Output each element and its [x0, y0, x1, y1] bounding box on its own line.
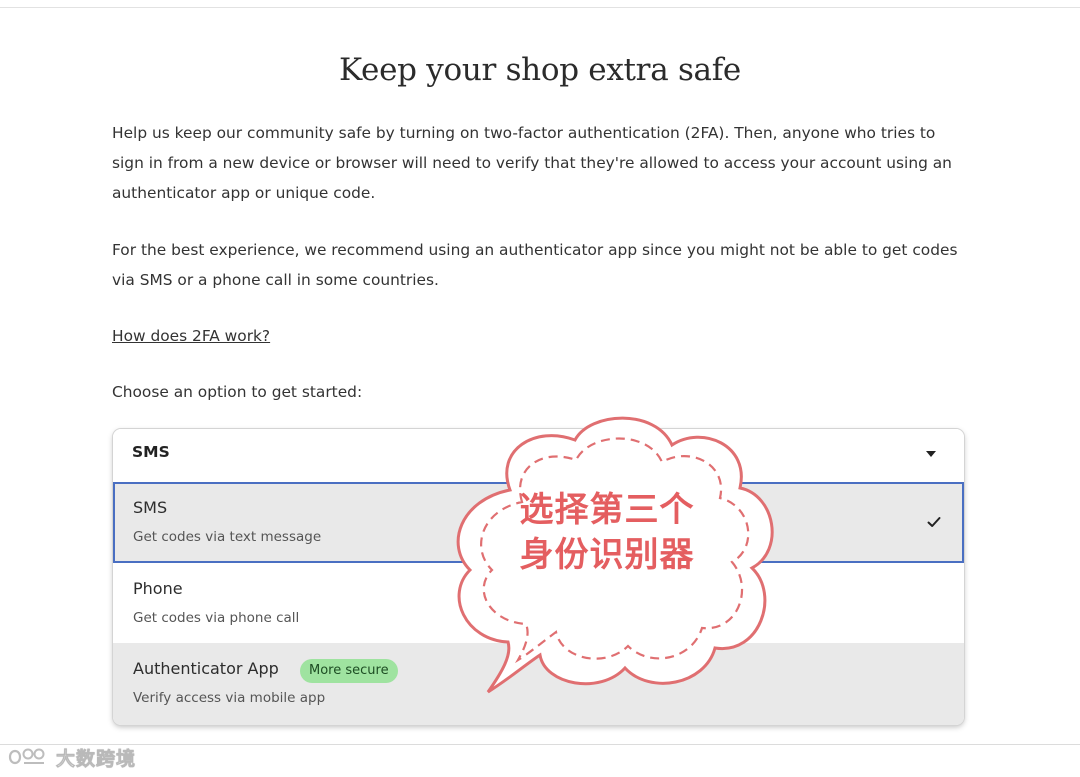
intro-paragraph: Help us keep our community safe by turni…	[112, 124, 952, 202]
caret-down-icon	[926, 451, 936, 457]
more-secure-badge: More secure	[300, 659, 398, 683]
option-description: Verify access via mobile app	[133, 690, 326, 706]
select-value: SMS	[132, 443, 170, 461]
top-divider	[0, 7, 1080, 8]
option-title: Authenticator App	[133, 659, 279, 678]
how-2fa-works-link[interactable]: How does 2FA work?	[112, 321, 270, 351]
watermark: 大数跨境	[6, 742, 136, 772]
bottom-divider	[0, 744, 1080, 745]
option-description: Get codes via phone call	[133, 610, 300, 626]
page-title: Keep your shop extra safe	[339, 52, 741, 88]
watermark-text: 大数跨境	[56, 747, 137, 770]
check-icon	[927, 517, 941, 527]
option-title: SMS	[133, 498, 168, 517]
annotation-text: 选择第三个身份识别器	[519, 490, 695, 575]
option-description: Get codes via text message	[133, 529, 322, 545]
recommendation-paragraph: For the best experience, we recommend us…	[112, 241, 958, 289]
logo-icon	[8, 748, 45, 765]
option-title: Phone	[133, 579, 183, 598]
choose-option-label: Choose an option to get started:	[112, 383, 363, 401]
